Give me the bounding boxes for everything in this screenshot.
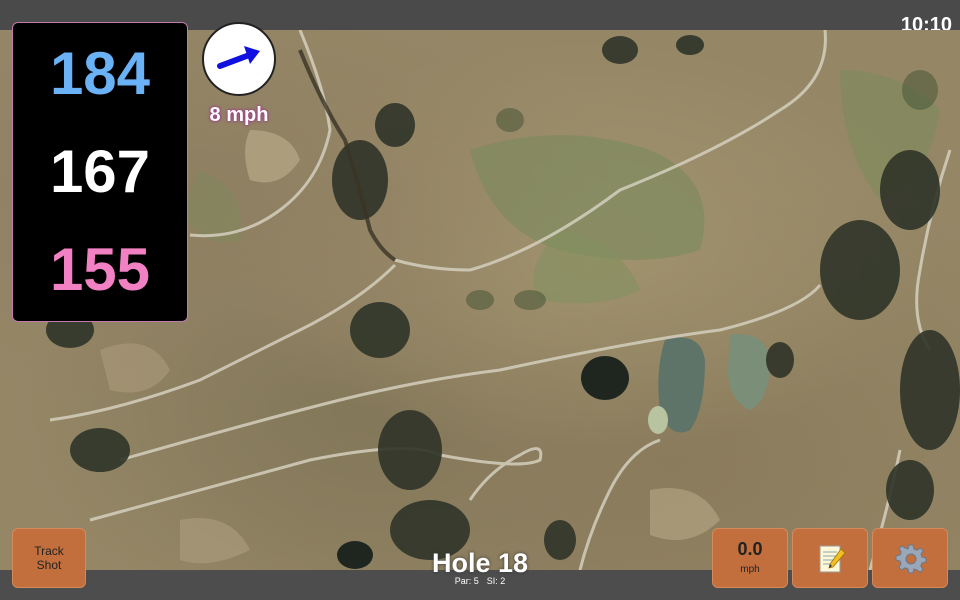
hole-details: Par: 5 SI: 2: [380, 576, 580, 586]
hole-title: Hole 18: [431, 548, 529, 578]
hole-par: Par: 5: [454, 576, 479, 586]
notepad-icon: [819, 545, 846, 573]
hole-stroke-index: SI: 2: [486, 576, 506, 586]
track-shot-button[interactable]: Track Shot: [12, 528, 86, 588]
settings-button[interactable]: [872, 528, 948, 588]
back-distance: 184: [49, 40, 151, 107]
notes-button[interactable]: [792, 528, 868, 588]
track-shot-label: Track Shot: [34, 544, 64, 572]
speed-value: 0.0: [737, 539, 763, 559]
wind-indicator: [202, 22, 276, 96]
front-distance: 155: [49, 236, 151, 303]
wind-speed-label: 8 mph: [209, 104, 269, 126]
speed-button[interactable]: 0.0 mph: [712, 528, 788, 588]
gear-icon: [895, 544, 927, 574]
wind-direction-arrow-icon: [217, 46, 260, 69]
middle-distance: 167: [49, 138, 151, 205]
hole-info: Hole 18 Par: 5 SI: 2: [380, 548, 580, 586]
speed-unit: mph: [740, 564, 760, 575]
distance-panel: 184 167 155: [12, 22, 188, 322]
